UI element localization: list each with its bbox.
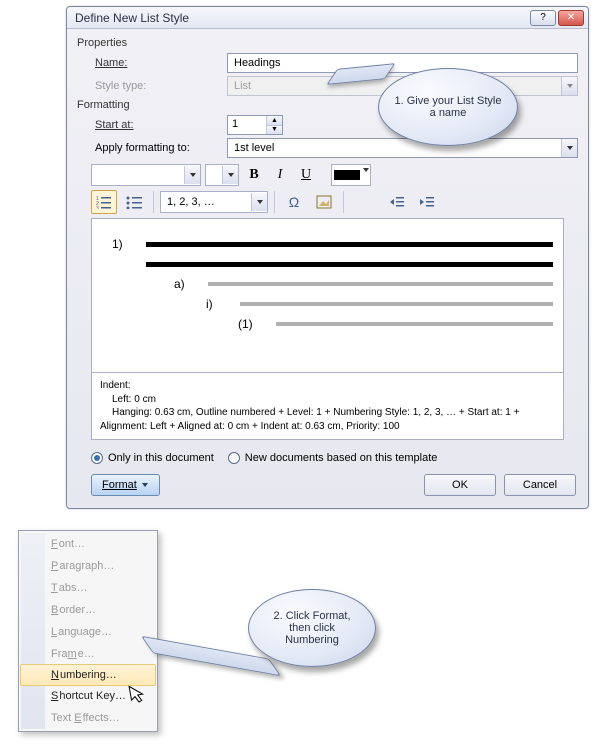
italic-button[interactable]: I: [269, 164, 291, 186]
preview-bar: [240, 302, 553, 306]
bold-button[interactable]: B: [243, 164, 265, 186]
menu-font[interactable]: FFont…ont…: [21, 533, 155, 555]
preview-level1-num: 1): [112, 237, 138, 251]
chevron-down-icon[interactable]: [222, 166, 238, 184]
increase-indent-button[interactable]: [414, 190, 440, 214]
preview-level2-num: a): [174, 277, 200, 291]
callout-name-text: 1. Give your List Style a name: [393, 95, 503, 119]
name-input[interactable]: [227, 53, 578, 73]
decrease-indent-button[interactable]: [384, 190, 410, 214]
picture-icon: [316, 195, 332, 209]
omega-icon: Ω: [289, 194, 299, 210]
styletype-value: List: [234, 80, 251, 92]
styletype-label: Style type:: [77, 80, 227, 92]
menu-frame[interactable]: Frame…: [21, 643, 155, 665]
properties-section-label: Properties: [77, 37, 578, 49]
desc-left: Left: 0 cm: [100, 393, 555, 407]
bulleted-list-button[interactable]: [121, 190, 147, 214]
startat-value: 1: [228, 116, 266, 134]
preview-bar: [146, 242, 553, 247]
list-toolbar: 123 1, 2, 3, … Ω: [91, 190, 578, 214]
separator: [274, 191, 275, 213]
svg-text:3: 3: [96, 206, 99, 209]
style-description: Indent: Left: 0 cm Hanging: 0.63 cm, Out…: [91, 372, 564, 440]
startat-label: Start at:: [77, 119, 227, 131]
format-button[interactable]: Format: [91, 474, 160, 496]
separator: [153, 191, 154, 213]
font-color-picker[interactable]: [331, 164, 371, 186]
chevron-down-icon: [561, 77, 577, 95]
chevron-down-icon[interactable]: [184, 166, 200, 184]
callout-format: 2. Click Format, then click Numbering: [248, 589, 376, 667]
spin-up-icon[interactable]: ▲: [266, 116, 282, 126]
chevron-down-icon: [141, 481, 149, 489]
font-name-combo[interactable]: [91, 164, 201, 186]
menu-language[interactable]: Language…: [21, 621, 155, 643]
preview-pane: 1) . a) i) (1): [91, 218, 564, 372]
number-format-value: 1, 2, 3, …: [161, 196, 221, 208]
separator: [343, 191, 344, 213]
scope-radios: Only in this document New documents base…: [91, 452, 578, 464]
decrease-indent-icon: [389, 195, 405, 209]
preview-level4-num: (1): [238, 317, 268, 331]
cancel-button[interactable]: Cancel: [504, 474, 576, 496]
applyto-label: Apply formatting to:: [77, 142, 227, 154]
callout-name: 1. Give your List Style a name: [378, 68, 518, 146]
startat-spinner[interactable]: 1 ▲ ▼: [227, 115, 283, 135]
chevron-down-icon[interactable]: [362, 165, 370, 185]
name-label: Name:: [77, 57, 227, 69]
numbered-list-button[interactable]: 123: [91, 190, 117, 214]
callout-format-text: 2. Click Format, then click Numbering: [262, 610, 362, 646]
insert-symbol-button[interactable]: Ω: [281, 190, 307, 214]
desc-hanging: Hanging: 0.63 cm, Outline numbered + Lev…: [100, 406, 555, 420]
close-icon: ✕: [567, 13, 575, 23]
applyto-combo[interactable]: 1st level: [227, 138, 578, 158]
underline-button[interactable]: U: [295, 164, 317, 186]
ok-button[interactable]: OK: [424, 474, 496, 496]
applyto-value: 1st level: [234, 142, 274, 154]
titlebar[interactable]: Define New List Style ? ✕: [67, 7, 588, 29]
color-swatch-icon: [334, 170, 360, 180]
preview-bar: [276, 322, 553, 326]
menu-text-effects[interactable]: Text Effects…: [21, 707, 155, 729]
insert-picture-button[interactable]: [311, 190, 337, 214]
close-button[interactable]: ✕: [558, 10, 584, 26]
increase-indent-icon: [419, 195, 435, 209]
preview-bar: [146, 262, 553, 267]
menu-border[interactable]: Border…: [21, 599, 155, 621]
preview-bar: [208, 282, 553, 286]
spin-down-icon[interactable]: ▼: [266, 126, 282, 135]
menu-paragraph[interactable]: Paragraph…: [21, 555, 155, 577]
help-button[interactable]: ?: [530, 10, 556, 26]
radio-new-docs[interactable]: New documents based on this template: [228, 452, 438, 464]
format-button-label: Format: [102, 479, 137, 491]
radio-only-this-doc[interactable]: Only in this document: [91, 452, 214, 464]
chevron-down-icon[interactable]: [561, 139, 577, 157]
radio-dot-icon: [228, 452, 240, 464]
radio-newdocs-label: New documents based on this template: [245, 452, 438, 464]
preview-level3-num: i): [206, 297, 232, 311]
bulleted-list-icon: [126, 195, 142, 209]
desc-align: Alignment: Left + Aligned at: 0 cm + Ind…: [100, 420, 555, 434]
desc-indent-label: Indent:: [100, 379, 555, 393]
chevron-down-icon[interactable]: [251, 193, 267, 211]
menu-numbering[interactable]: Numbering…: [20, 664, 156, 686]
radio-only-label: Only in this document: [108, 452, 214, 464]
font-toolbar: B I U: [91, 164, 578, 186]
number-format-combo[interactable]: 1, 2, 3, …: [160, 191, 268, 213]
radio-dot-icon: [91, 452, 103, 464]
menu-tabs[interactable]: Tabs…: [21, 577, 155, 599]
numbered-list-icon: 123: [96, 195, 112, 209]
dialog-title: Define New List Style: [75, 11, 530, 25]
font-size-combo[interactable]: [205, 164, 239, 186]
help-icon: ?: [540, 13, 546, 23]
